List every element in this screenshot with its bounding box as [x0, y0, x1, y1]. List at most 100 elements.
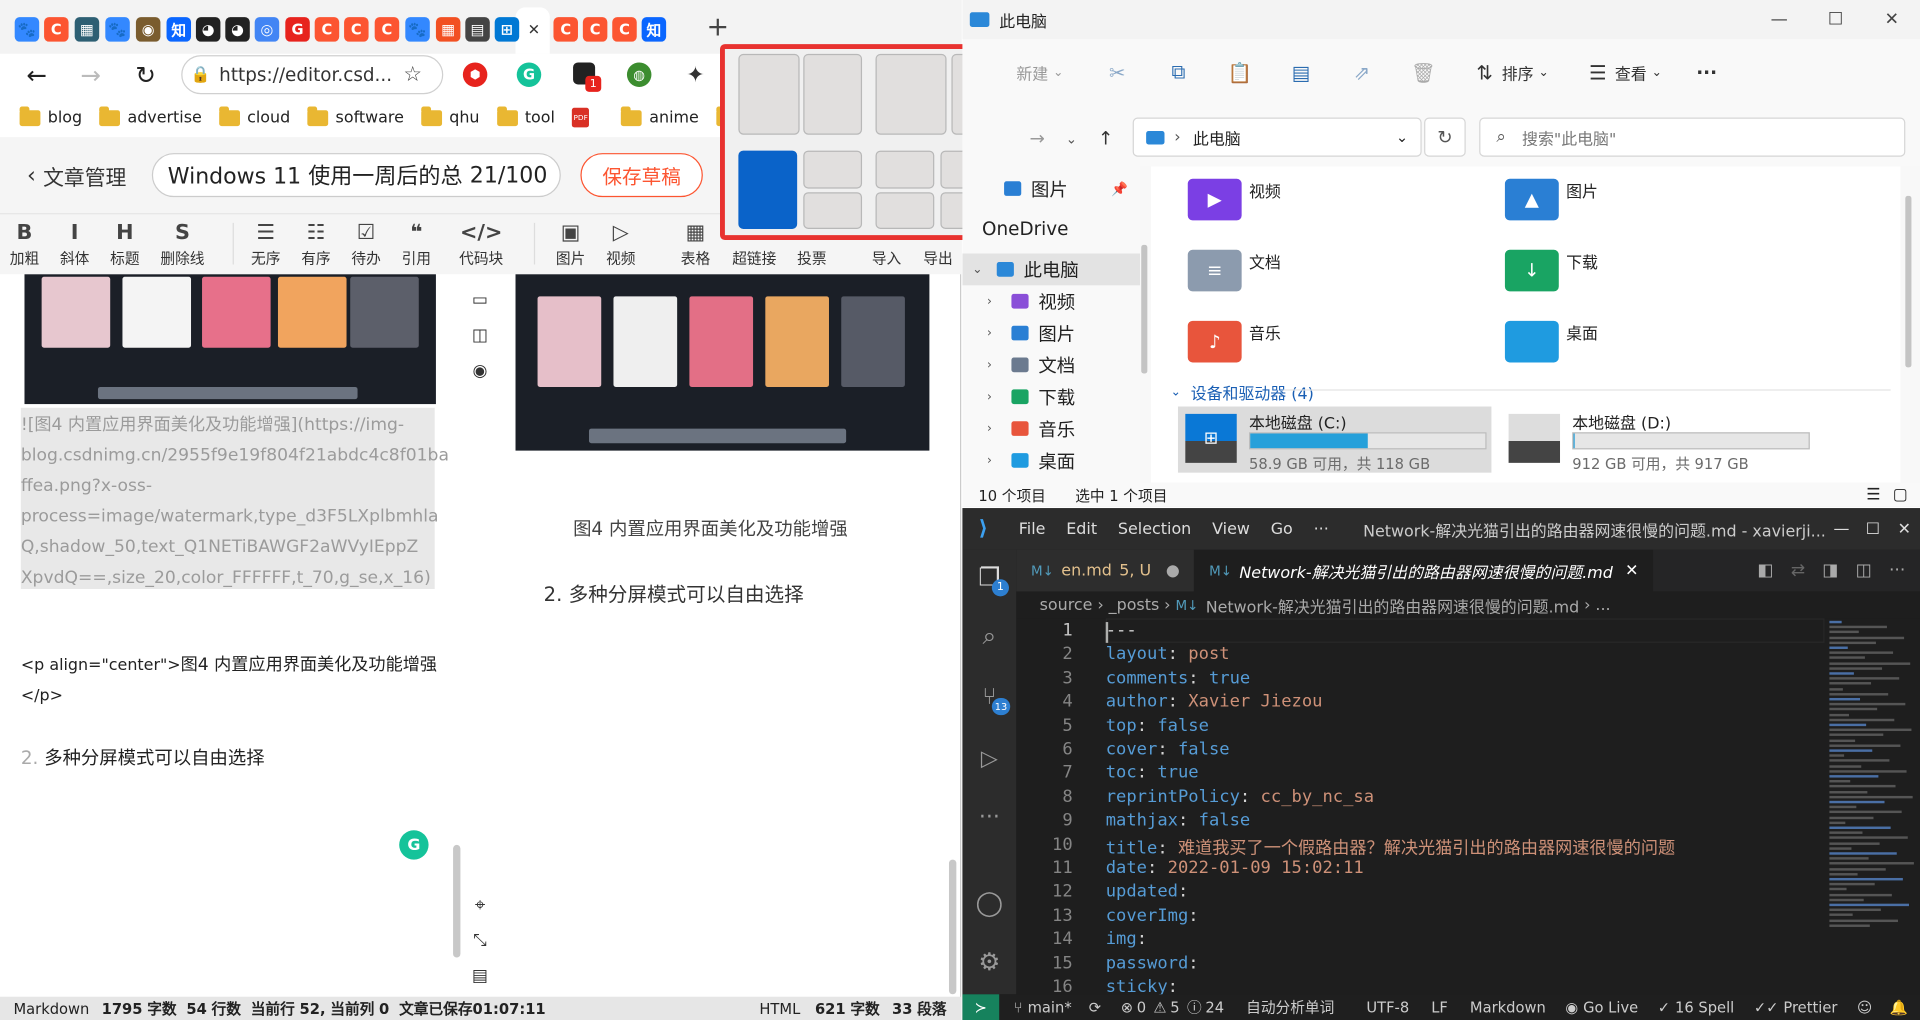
nav-item[interactable]: ⌄ 此电脑 — [962, 253, 1141, 286]
new-button[interactable]: 新建 — [1016, 61, 1048, 84]
microsoft-tab-icon[interactable]: ▦ — [435, 17, 461, 42]
new-tab-button[interactable]: + — [707, 12, 730, 43]
nav-item[interactable]: › 视频 — [962, 285, 1140, 317]
bookmark-software[interactable]: software — [307, 105, 404, 127]
menu-view[interactable]: View — [1212, 520, 1250, 538]
info-count[interactable]: 24 — [1205, 999, 1224, 1016]
grammarly-extension-icon[interactable]: G — [516, 62, 542, 87]
folder-item[interactable]: ▲ 图片 — [1504, 178, 1598, 221]
snap-layout-quad-top-right[interactable] — [803, 150, 863, 189]
layout-single-icon[interactable]: ▭ — [469, 289, 491, 311]
chevron-right-icon[interactable]: › — [987, 358, 1004, 371]
details-view-icon[interactable]: ☰ — [1866, 486, 1880, 504]
toolbar-quote-button[interactable]: ❝ 引用 — [392, 218, 441, 268]
menu-more[interactable]: ··· — [1314, 520, 1329, 538]
folder-item[interactable]: ↓ 下载 — [1504, 249, 1598, 292]
explorer-search-box[interactable]: ⌕ 搜索"此电脑" — [1479, 117, 1906, 157]
csdn-tab-icon[interactable]: C — [582, 17, 608, 42]
minimize-icon[interactable]: — — [1826, 520, 1857, 538]
md-scrollbar[interactable] — [453, 844, 461, 958]
sort-button[interactable]: 排序 — [1502, 61, 1534, 84]
search-icon[interactable]: ⌕ — [975, 621, 1004, 650]
chevron-right-icon[interactable]: › — [987, 390, 1004, 403]
content-scrollbar[interactable] — [1905, 195, 1912, 368]
dirty-dot-icon[interactable]: ● — [1166, 561, 1180, 579]
tiles-view-icon[interactable]: ▢ — [1893, 486, 1908, 504]
csdn-tab-icon[interactable]: C — [314, 17, 340, 42]
run-debug-icon[interactable]: ▷ — [975, 743, 1004, 772]
toolbar-todo-button[interactable]: ☑ 待办 — [342, 218, 391, 268]
chrome-tab-icon[interactable]: ◎ — [254, 17, 280, 42]
nav-item[interactable]: › 图片 — [962, 317, 1140, 349]
open-preview-icon[interactable]: ◧ — [1757, 561, 1773, 581]
chevron-right-icon[interactable]: › — [987, 422, 1004, 435]
windows-tab-icon[interactable]: ⊞ — [494, 17, 520, 42]
more-views-icon[interactable]: ··· — [975, 802, 1004, 831]
bookmark-tool[interactable]: tool — [496, 105, 555, 127]
bookmark-cloud[interactable]: cloud — [218, 105, 290, 127]
toolbar-table-button[interactable]: ▦ 表格 — [671, 218, 720, 268]
extensions-puzzle-icon[interactable]: ✦ — [682, 61, 709, 88]
spell-status[interactable]: 16 Spell — [1675, 999, 1734, 1016]
globe-extension-icon[interactable]: ◍ — [626, 62, 652, 87]
csdn-tab-icon[interactable]: C — [44, 17, 69, 42]
baidu-tab-icon[interactable]: 🐾 — [14, 17, 40, 42]
up-icon[interactable]: ↑ — [1095, 127, 1117, 149]
chevron-down-icon[interactable]: ⌄ — [1396, 129, 1408, 146]
folder-item[interactable]: ♪ 音乐 — [1187, 320, 1281, 363]
zhihu-tab-icon[interactable]: 知 — [641, 17, 667, 42]
close-icon[interactable]: ✕ — [1864, 10, 1920, 30]
bookmark-pdf[interactable]: PDF — [572, 107, 604, 128]
nav-item[interactable]: › 下载 — [962, 381, 1140, 413]
csdn-tab-icon[interactable]: C — [553, 17, 578, 42]
view-button[interactable]: 查看 — [1615, 61, 1647, 84]
folder-item[interactable]: ≡ 文档 — [1187, 249, 1281, 292]
split-editor-icon[interactable]: ◫ — [1856, 561, 1872, 581]
nav-scrollbar[interactable] — [1141, 244, 1148, 374]
toolbar-link-button[interactable]: 超链接 — [730, 218, 779, 268]
eol-status[interactable]: LF — [1431, 999, 1448, 1016]
zhihu-tab-icon[interactable]: 知 — [166, 17, 192, 42]
save-draft-button[interactable]: 保存草稿 — [580, 153, 703, 198]
explorer-address-bar[interactable]: › 此电脑 ⌄ — [1132, 117, 1422, 157]
folder-item[interactable]: ▶ 视频 — [1187, 178, 1281, 221]
prettier-status[interactable]: Prettier — [1783, 999, 1837, 1016]
go-live-button[interactable]: Go Live — [1583, 999, 1638, 1016]
locate-icon[interactable]: ⌖ — [469, 894, 491, 916]
error-count[interactable]: 0 — [1137, 999, 1146, 1016]
grammarly-tab-icon[interactable]: G — [285, 17, 310, 42]
chevron-right-icon[interactable]: › — [987, 294, 1004, 307]
forward-icon[interactable]: → — [1026, 127, 1048, 149]
code-editor[interactable]: 1 --- 2 layout: post 3 comments: true 4 author:… — [1016, 618, 1825, 997]
toolbar-code-block-button[interactable]: </> 代码块 — [457, 218, 506, 268]
refresh-icon[interactable]: ↻ — [131, 60, 160, 89]
favorite-add-icon[interactable]: ☆ — [399, 61, 426, 88]
chevron-right-icon[interactable]: › — [987, 454, 1004, 467]
delete-icon[interactable]: 🗑 — [1411, 61, 1436, 84]
toolbar-export-button[interactable]: 导出 — [913, 218, 962, 268]
preview-scrollbar[interactable] — [948, 859, 957, 995]
menu-file[interactable]: File — [1019, 520, 1046, 538]
snap-layout-half-left[interactable] — [738, 53, 800, 135]
remote-icon[interactable]: ≻ — [962, 994, 1000, 1020]
toolbar-vote-button[interactable]: 投票 — [787, 218, 836, 268]
article-manage-link[interactable]: ‹ 文章管理 — [27, 160, 126, 191]
preview-side-icon[interactable]: ◨ — [1822, 561, 1838, 581]
sync-icon[interactable]: ⟳ — [1089, 999, 1101, 1016]
toolbar-italic-button[interactable]: I 斜体 — [50, 218, 99, 268]
tab-network-md[interactable]: M↓ Network-解决光猫引出的路由器网速很慢的问题.md ✕ — [1194, 549, 1654, 592]
minimize-icon[interactable]: — — [1751, 10, 1807, 30]
drive-item[interactable]: 本地磁盘 (D:) 912 GB 可用，共 917 GB — [1501, 407, 1814, 473]
branch-name[interactable]: main* — [1028, 999, 1072, 1016]
drive-item[interactable]: ⊞ 本地磁盘 (C:) 58.9 GB 可用，共 118 GB — [1177, 406, 1492, 473]
notifications-bell-icon[interactable]: 🔔 — [1889, 999, 1907, 1016]
bookmark-advertise[interactable]: advertise — [99, 105, 202, 127]
rename-icon[interactable]: ▤ — [1289, 61, 1313, 84]
tab-en-md[interactable]: M↓ en.md 5, U ● — [1016, 549, 1195, 592]
nav-item[interactable]: › 音乐 — [962, 413, 1140, 445]
devices-group-header[interactable]: ⌄ 设备和驱动器 (4) — [1171, 381, 1314, 404]
maximize-icon[interactable]: ☐ — [1857, 520, 1888, 538]
csdn-tab-icon[interactable]: C — [612, 17, 637, 42]
maximize-icon[interactable]: ☐ — [1807, 10, 1863, 30]
toolbar-image-button[interactable]: ▣ 图片 — [546, 218, 595, 268]
